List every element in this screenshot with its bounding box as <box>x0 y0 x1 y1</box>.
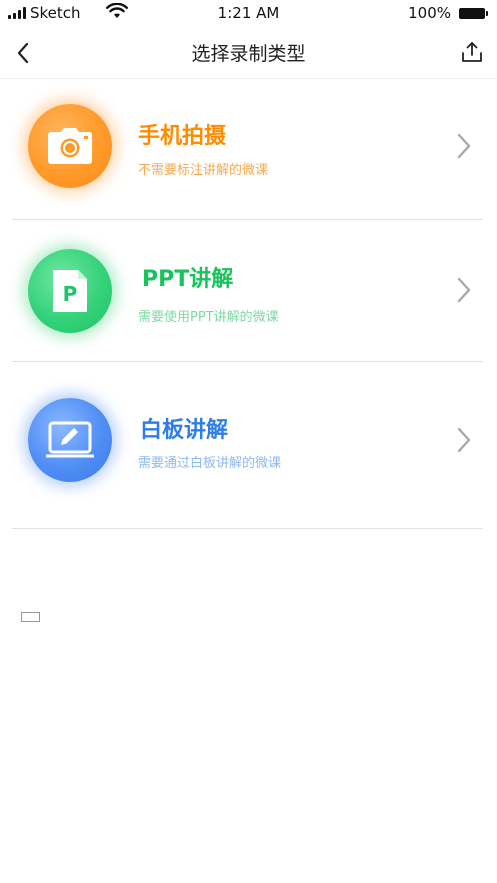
chevron-right-icon <box>457 427 471 453</box>
page-title: 选择录制类型 <box>191 43 306 65</box>
status-bar-right: 100% <box>408 4 488 22</box>
option-title: 白板讲解 <box>140 418 229 443</box>
chevron-right-icon <box>457 277 471 303</box>
navigation-bar: 选择录制类型 <box>0 26 497 79</box>
option-title: 手机拍摄 <box>138 124 227 149</box>
option-ppt-lecture[interactable]: P PPT讲解 需要使用PPT讲解的微课 <box>12 220 483 362</box>
option-description: 需要通过白板讲解的微课 <box>138 456 282 471</box>
battery-percent: 100% <box>408 4 451 22</box>
battery-icon <box>459 7 488 19</box>
ppt-file-icon: P <box>28 249 112 333</box>
option-whiteboard-lecture[interactable]: 白板讲解 需要通过白板讲解的微课 <box>12 362 483 529</box>
option-description: 不需要标注讲解的微课 <box>138 163 269 178</box>
share-button[interactable] <box>457 37 487 67</box>
option-title: PPT讲解 <box>142 267 234 292</box>
whiteboard-icon <box>28 398 112 482</box>
svg-text:P: P <box>63 282 78 306</box>
camera-icon <box>28 104 112 188</box>
status-bar: Sketch 1:21 AM 100% <box>0 0 497 26</box>
option-phone-shooting[interactable]: 手机拍摄 不需要标注讲解的微课 <box>12 78 483 220</box>
placeholder-box <box>21 612 40 622</box>
option-description: 需要使用PPT讲解的微课 <box>138 310 279 325</box>
share-upload-icon <box>462 42 482 62</box>
chevron-right-icon <box>457 133 471 159</box>
